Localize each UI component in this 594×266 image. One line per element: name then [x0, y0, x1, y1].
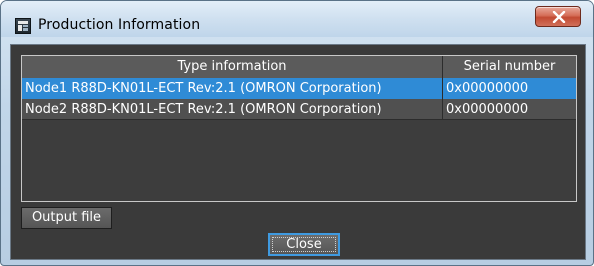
close-x-icon [552, 11, 566, 23]
production-information-dialog: Production Information Type information … [0, 0, 594, 266]
cell-serial-number: 0x00000000 [446, 102, 529, 117]
cell-serial-number: 0x00000000 [446, 81, 529, 96]
column-header-serial-number[interactable]: Serial number [443, 56, 576, 78]
production-info-table: Type information Serial number Node1 R88… [21, 55, 577, 202]
close-button[interactable]: Close [268, 233, 340, 256]
column-header-type-information[interactable]: Type information [22, 56, 443, 78]
output-file-button[interactable]: Output file [21, 207, 112, 229]
window-title: Production Information [38, 17, 201, 33]
cell-type-information: Node2 R88D-KN01L-ECT Rev:2.1 (OMRON Corp… [22, 99, 443, 119]
title-bar[interactable]: Production Information [1, 1, 593, 37]
table-header: Type information Serial number [22, 56, 576, 79]
window-app-icon[interactable] [15, 18, 31, 34]
focus-rectangle [272, 237, 336, 252]
window-close-button[interactable] [535, 6, 581, 27]
cell-type-information: Node1 R88D-KN01L-ECT Rev:2.1 (OMRON Corp… [22, 78, 443, 99]
table-row-node2[interactable]: Node2 R88D-KN01L-ECT Rev:2.1 (OMRON Corp… [22, 99, 576, 120]
dialog-content: Type information Serial number Node1 R88… [10, 44, 586, 260]
table-row-node1[interactable]: Node1 R88D-KN01L-ECT Rev:2.1 (OMRON Corp… [22, 78, 576, 99]
